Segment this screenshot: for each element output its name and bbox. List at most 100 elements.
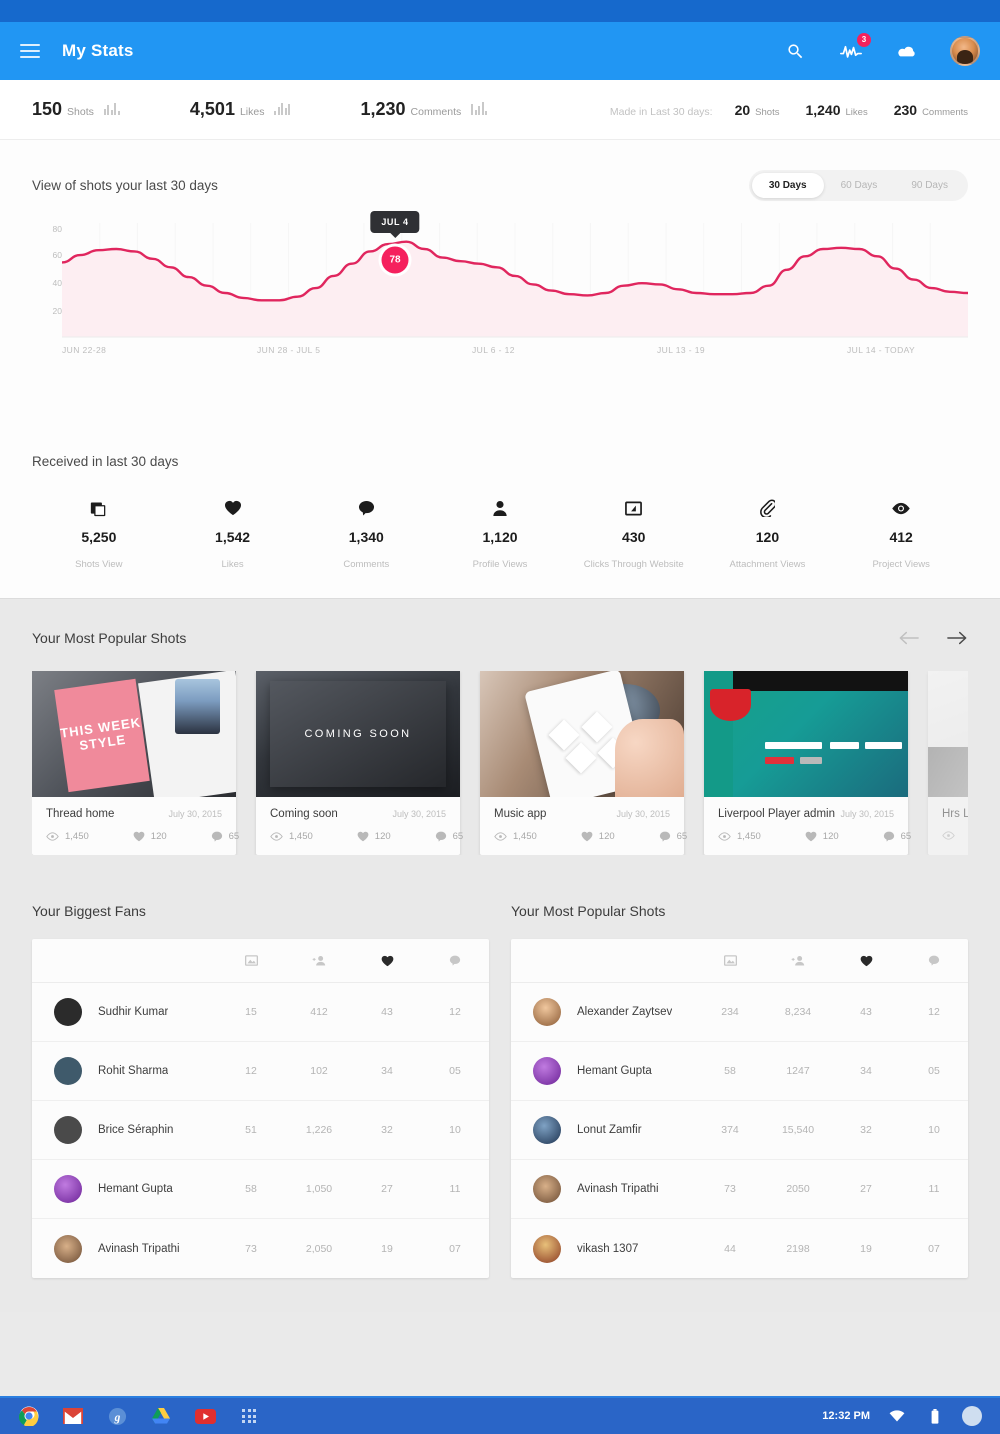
cell-likes: 32 — [860, 1124, 872, 1136]
cell-likes: 27 — [860, 1183, 872, 1195]
paperclip-icon — [701, 497, 835, 519]
cell-comments: 05 — [928, 1065, 940, 1077]
activity-pulse-icon[interactable]: 3 — [838, 33, 871, 64]
shot-card[interactable]: Music app July 30, 2015 1,450 120 65 — [480, 671, 687, 855]
clock[interactable]: 12:32 PM — [822, 1410, 870, 1422]
browser-chrome-strip — [0, 0, 1000, 22]
table-row[interactable]: Alexander Zaytsev 234 8,234 43 12 — [511, 983, 968, 1042]
cell-likes: 27 — [381, 1183, 393, 1195]
cloud-icon[interactable] — [894, 38, 920, 64]
hamburger-icon[interactable] — [20, 44, 40, 58]
stat-label: Likes — [845, 106, 868, 118]
shot-comments-value: 65 — [228, 831, 240, 842]
popular-shots-carousel[interactable]: THIS WEEK STYLE Thread home July 30, 201… — [32, 671, 968, 855]
chart-plot-area[interactable] — [62, 223, 968, 338]
google-plus-icon[interactable]: g — [106, 1405, 128, 1427]
recent-stats-group: Made in Last 30 days: 20 Shots 1,240 Lik… — [610, 102, 968, 118]
taskbar-status: 12:32 PM — [822, 1405, 982, 1427]
arrow-left-icon[interactable] — [898, 627, 920, 649]
apps-grid-icon[interactable] — [238, 1405, 260, 1427]
range-option-60[interactable]: 60 Days — [824, 173, 895, 198]
metric-attachment-views: 120 Attachment Views — [701, 497, 835, 570]
heart-icon — [832, 955, 900, 967]
table-row[interactable]: Hemant Gupta 58 1247 34 05 — [511, 1042, 968, 1101]
chart-highlight-point[interactable]: 78 — [381, 246, 409, 274]
shot-likes-value: 120 — [150, 831, 167, 842]
cell-likes: 34 — [381, 1065, 393, 1077]
svg-text:g: g — [113, 1411, 120, 1423]
shot-comments-value: 65 — [452, 831, 464, 842]
youtube-icon[interactable] — [194, 1405, 216, 1427]
avatar[interactable] — [962, 1406, 982, 1426]
table-row[interactable]: Lonut Zamfir 374 15,540 32 10 — [511, 1101, 968, 1160]
shot-card[interactable]: Liverpool Player admin July 30, 2015 1,4… — [704, 671, 911, 855]
shot-date: July 30, 2015 — [840, 809, 894, 819]
shot-views: 1,450 — [270, 831, 313, 842]
avatar — [533, 998, 561, 1026]
received-title: Received in last 30 days — [32, 454, 179, 469]
row-identity: Lonut Zamfir — [511, 1116, 696, 1144]
shot-comments: 65 — [659, 831, 687, 842]
table-row[interactable]: vikash 1307 44 2198 19 07 — [511, 1219, 968, 1278]
range-option-90[interactable]: 90 Days — [894, 173, 965, 198]
cell-followers: 1,050 — [305, 1183, 333, 1195]
chrome-icon[interactable] — [18, 1405, 40, 1427]
row-identity: Alexander Zaytsev — [511, 998, 696, 1026]
shot-stats: 1,450 120 65 — [480, 820, 687, 855]
cell-likes: 43 — [860, 1006, 872, 1018]
table-row[interactable]: Avinash Tripathi 73 2,050 19 07 — [32, 1219, 489, 1278]
cell-followers: 8,234 — [784, 1006, 812, 1018]
shot-stats: 1,450 120 65 — [32, 820, 239, 855]
x-tick-0: JUN 22-28 — [62, 345, 107, 355]
biggest-fans-table: Sudhir Kumar 15 412 43 12 Rohit Sharma 1… — [32, 939, 489, 1278]
app-bar: My Stats 3 — [0, 22, 1000, 80]
shot-views: 1,450 — [46, 831, 89, 842]
cell-likes: 34 — [860, 1065, 872, 1077]
table-row[interactable]: Hemant Gupta 58 1,050 27 11 — [32, 1160, 489, 1219]
cell-followers: 1,226 — [305, 1124, 333, 1136]
stat-recent-comments: 230 Comments — [894, 102, 968, 118]
stat-value: 230 — [893, 101, 918, 118]
page-title: My Stats — [62, 41, 134, 60]
cell-comments: 11 — [449, 1183, 461, 1195]
chart-tooltip: JUL 4 — [370, 211, 420, 233]
y-tick-20: 20 — [52, 306, 62, 316]
shot-meta: Music app July 30, 2015 — [480, 797, 684, 820]
table-row[interactable]: Avinash Tripathi 73 2050 27 11 — [511, 1160, 968, 1219]
avatar — [54, 1175, 82, 1203]
range-option-30[interactable]: 30 Days — [751, 173, 824, 198]
shot-views-value: 1,450 — [65, 831, 89, 842]
shot-card[interactable]: THIS WEEK STYLE Thread home July 30, 201… — [32, 671, 239, 855]
shot-views-value: 1,450 — [513, 831, 537, 842]
metric-value: 120 — [755, 529, 780, 545]
table-row[interactable]: Brice Séraphin 51 1,226 32 10 — [32, 1101, 489, 1160]
gmail-icon[interactable] — [62, 1405, 84, 1427]
shots-icon — [217, 955, 285, 966]
metric-label: Profile Views — [472, 559, 528, 570]
cell-comments: 07 — [928, 1242, 940, 1255]
arrow-right-icon[interactable] — [946, 627, 968, 649]
y-tick-80: 80 — [52, 224, 62, 234]
cell-likes: 32 — [381, 1124, 393, 1136]
x-tick-4: JUL 14 - TODAY — [847, 345, 916, 355]
eye-icon — [834, 497, 968, 519]
table-row[interactable]: Sudhir Kumar 15 412 43 12 — [32, 983, 489, 1042]
shot-card[interactable]: Hrs L — [928, 671, 968, 855]
battery-icon[interactable] — [924, 1405, 946, 1427]
wifi-icon[interactable] — [886, 1405, 908, 1427]
google-drive-icon[interactable] — [150, 1405, 172, 1427]
shot-card[interactable]: COMING SOON Coming soon July 30, 2015 1,… — [256, 671, 463, 855]
avatar[interactable] — [950, 36, 980, 66]
shot-comments: 65 — [883, 831, 911, 842]
comment-icon — [900, 955, 968, 966]
popular-shots-table: Alexander Zaytsev 234 8,234 43 12 Hemant… — [511, 939, 968, 1278]
metric-value: 430 — [622, 529, 646, 545]
recent-stats-label: Made in Last 30 days: — [609, 105, 713, 118]
stat-label: Comments — [922, 106, 968, 118]
table-row[interactable]: Rohit Sharma 12 102 34 05 — [32, 1042, 489, 1101]
metric-comments: 1,340 Comments — [299, 497, 433, 570]
row-name: Sudhir Kumar — [98, 1006, 169, 1018]
row-identity: Rohit Sharma — [32, 1057, 217, 1085]
cell-followers: 15,540 — [781, 1124, 815, 1136]
search-icon[interactable] — [782, 38, 808, 64]
